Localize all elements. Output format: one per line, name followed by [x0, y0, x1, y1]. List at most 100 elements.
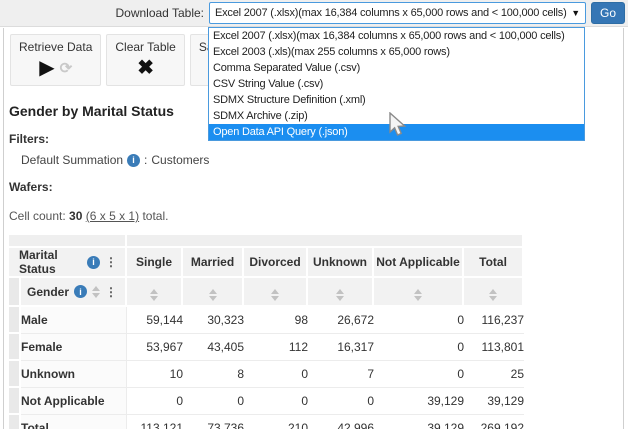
- column-dimension-header: Marital Status i ⋮: [9, 248, 127, 278]
- table-cell: 30,323: [183, 307, 244, 334]
- column-dimension-label: Marital Status: [19, 248, 82, 276]
- table-cell: 0: [244, 388, 308, 415]
- row-label: Total: [21, 415, 127, 429]
- gutter-cell: [9, 307, 21, 334]
- column-header-total: Total: [464, 248, 524, 278]
- table-cell: 25: [464, 361, 524, 388]
- row-dimension-header: Gender i ⋮: [21, 278, 127, 307]
- column-header-not-applicable: Not Applicable: [374, 248, 464, 278]
- data-table: Marital Status i ⋮ Single Married Divorc…: [9, 235, 524, 429]
- table-cell: 0: [244, 361, 308, 388]
- info-icon[interactable]: i: [87, 256, 100, 269]
- wafer-strip-right: [127, 235, 524, 248]
- table-cell: 113,121: [127, 415, 183, 429]
- table-row-unknown: Unknown 10 8 0 7 0 25: [9, 361, 524, 388]
- table-cell: 0: [374, 334, 464, 361]
- table-cell: 0: [374, 361, 464, 388]
- table-cell: 116,237: [464, 307, 524, 334]
- retrieve-data-button[interactable]: Retrieve Data ▶ ⟳: [10, 34, 101, 86]
- sort-cell-unknown: [308, 278, 374, 307]
- wafers-heading: Wafers:: [9, 180, 623, 194]
- table-cell: 39,129: [374, 415, 464, 429]
- sort-cell-single: [127, 278, 183, 307]
- table-cell: 53,967: [127, 334, 183, 361]
- download-table-label: Download Table:: [115, 6, 204, 20]
- option-excel-2003[interactable]: Excel 2003 (.xls)(max 255 columns x 65,0…: [209, 44, 584, 60]
- option-sdmx-zip[interactable]: SDMX Archive (.zip): [209, 108, 584, 124]
- download-format-select[interactable]: Excel 2007 (.xlsx)(max 16,384 columns x …: [209, 2, 586, 24]
- table-cell: 0: [308, 388, 374, 415]
- sort-control[interactable]: [150, 289, 158, 301]
- gutter-cell: [9, 388, 21, 415]
- filter-value: Customers: [151, 153, 209, 167]
- row-label: Not Applicable: [21, 388, 127, 415]
- clear-table-label: Clear Table: [115, 40, 175, 54]
- sort-control[interactable]: [489, 289, 497, 301]
- cell-count-link[interactable]: (6 x 5 x 1): [86, 209, 139, 223]
- table-cell: 0: [127, 388, 183, 415]
- cell-count-suffix: total.: [142, 209, 168, 223]
- option-open-data-api-json[interactable]: Open Data API Query (.json): [209, 124, 584, 140]
- sort-cell-divorced: [244, 278, 308, 307]
- row-dimension-row: Gender i ⋮: [9, 278, 524, 307]
- filter-name: Default Summation: [21, 153, 123, 167]
- table-cell: 98: [244, 307, 308, 334]
- table-cell: 73,736: [183, 415, 244, 429]
- table-row-female: Female 53,967 43,405 112 16,317 0 113,80…: [9, 334, 524, 361]
- retrieve-data-label: Retrieve Data: [19, 40, 92, 54]
- column-header-divorced: Divorced: [244, 248, 308, 278]
- table-cell: 59,144: [127, 307, 183, 334]
- table-cell: 269,192: [464, 415, 524, 429]
- sort-control[interactable]: [414, 289, 422, 301]
- gutter-cell: [9, 334, 21, 361]
- table-cell: 210: [244, 415, 308, 429]
- sort-control[interactable]: [92, 286, 100, 298]
- column-header-unknown: Unknown: [308, 248, 374, 278]
- filter-colon: :: [144, 153, 147, 167]
- table-row-not-applicable: Not Applicable 0 0 0 0 39,129 39,129: [9, 388, 524, 415]
- filter-line: Default Summation i : Customers: [21, 153, 623, 167]
- table-cell: 26,672: [308, 307, 374, 334]
- table-cell: 112: [244, 334, 308, 361]
- go-button[interactable]: Go: [591, 2, 625, 24]
- clear-x-icon: ✖: [137, 58, 154, 78]
- sort-control[interactable]: [336, 289, 344, 301]
- table-cell: 8: [183, 361, 244, 388]
- table-cell: 16,317: [308, 334, 374, 361]
- row-label: Female: [21, 334, 127, 361]
- download-format-value: Excel 2007 (.xlsx)(max 16,384 columns x …: [215, 7, 567, 19]
- play-icon: ▶: [39, 58, 54, 78]
- table-row-total: Total 113,121 73,736 210 42,996 39,129 2…: [9, 415, 524, 429]
- app-window: { "topbar": { "label": "Download Table:"…: [0, 0, 628, 429]
- column-header-single: Single: [127, 248, 183, 278]
- info-icon[interactable]: i: [127, 154, 140, 167]
- gutter-cell: [9, 278, 21, 307]
- menu-dots-icon[interactable]: ⋮: [105, 285, 117, 299]
- download-format-listbox: Excel 2007 (.xlsx)(max 16,384 columns x …: [208, 27, 585, 141]
- table-cell: 113,801: [464, 334, 524, 361]
- gutter-cell: [9, 361, 21, 388]
- cell-count-prefix: Cell count:: [9, 209, 66, 223]
- table-cell: 10: [127, 361, 183, 388]
- column-header-married: Married: [183, 248, 244, 278]
- menu-dots-icon[interactable]: ⋮: [105, 255, 117, 269]
- row-label: Male: [21, 307, 127, 334]
- option-sdmx-xml[interactable]: SDMX Structure Definition (.xml): [209, 92, 584, 108]
- sort-cell-married: [183, 278, 244, 307]
- table-cell: 39,129: [374, 388, 464, 415]
- sort-control[interactable]: [271, 289, 279, 301]
- info-icon[interactable]: i: [74, 285, 87, 298]
- option-excel-2007[interactable]: Excel 2007 (.xlsx)(max 16,384 columns x …: [209, 28, 584, 44]
- sort-cell-not-applicable: [374, 278, 464, 307]
- option-csv-string[interactable]: CSV String Value (.csv): [209, 76, 584, 92]
- option-csv[interactable]: Comma Separated Value (.csv): [209, 60, 584, 76]
- cell-count-line: Cell count: 30 (6 x 5 x 1) total.: [9, 209, 623, 223]
- row-dimension-label: Gender: [27, 285, 69, 299]
- sort-control[interactable]: [209, 289, 217, 301]
- table-cell: 43,405: [183, 334, 244, 361]
- cell-count-value: 30: [69, 209, 82, 223]
- chevron-down-icon: ▼: [571, 8, 580, 18]
- gutter-cell: [9, 415, 21, 429]
- table-cell: 7: [308, 361, 374, 388]
- clear-table-button[interactable]: Clear Table ✖: [106, 34, 184, 86]
